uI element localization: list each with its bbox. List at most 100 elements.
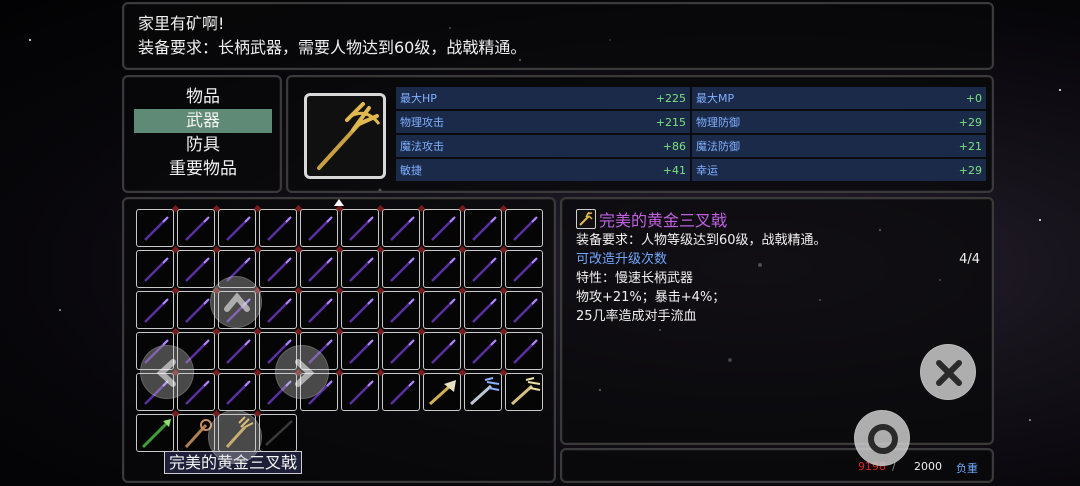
- golden-axe-icon: [428, 380, 456, 406]
- inventory-slot[interactable]: [505, 291, 543, 329]
- inventory-slot[interactable]: [423, 209, 461, 247]
- inventory-slot[interactable]: [464, 250, 502, 288]
- purple-spear-icon: [472, 257, 497, 282]
- inventory-slot[interactable]: [464, 291, 502, 329]
- stat-magic-defense: 魔法防御 +21: [692, 135, 986, 157]
- inventory-slot[interactable]: [423, 250, 461, 288]
- inventory-slot[interactable]: [259, 209, 297, 247]
- inventory-slot[interactable]: [218, 209, 256, 247]
- confirm-button[interactable]: [854, 410, 910, 466]
- inventory-slot[interactable]: [341, 291, 379, 329]
- detail-bleed: 25几率造成对手流血: [576, 309, 697, 324]
- stat-value: +86: [662, 139, 686, 153]
- message-line-1: 家里有矿啊!: [138, 14, 225, 33]
- inventory-slot[interactable]: [218, 373, 256, 411]
- chevron-left-icon: [156, 359, 176, 387]
- detail-requirement: 装备要求：人物等级达到60级，战戟精通。: [576, 233, 827, 248]
- stat-value: +21: [958, 139, 982, 153]
- weight-panel: 9198 / 2000 负重: [560, 448, 994, 483]
- purple-spear-icon: [267, 216, 292, 241]
- inventory-slot[interactable]: [136, 209, 174, 247]
- inventory-slot[interactable]: [505, 209, 543, 247]
- inventory-slot[interactable]: [136, 291, 174, 329]
- dpad-up-button[interactable]: [210, 276, 262, 328]
- purple-spear-icon: [308, 257, 333, 282]
- purple-spear-icon: [472, 298, 497, 323]
- inventory-slot[interactable]: [177, 209, 215, 247]
- dpad-left-button[interactable]: [140, 345, 194, 399]
- detail-upgrade-label: 可改造升级次数: [576, 252, 668, 267]
- inventory-slot[interactable]: [259, 250, 297, 288]
- category-weapons[interactable]: 武器: [134, 109, 272, 133]
- purple-spear-icon: [349, 380, 374, 405]
- purple-spear-icon: [349, 257, 374, 282]
- inventory-slot[interactable]: [382, 209, 420, 247]
- inventory-slot[interactable]: [259, 414, 297, 452]
- stat-row: 最大HP +225 最大MP +0: [396, 87, 986, 111]
- detail-item-name: 完美的黄金三叉戟: [599, 211, 728, 230]
- close-icon: [936, 360, 962, 386]
- green-spear-icon: [141, 419, 171, 449]
- item-stats-panel: 最大HP +225 最大MP +0 物理攻击 +215 物理防御 +29 魔法攻击 +86…: [286, 75, 994, 193]
- purple-spear-icon: [513, 298, 538, 323]
- purple-spear-icon: [513, 339, 538, 364]
- inventory-slot[interactable]: [177, 291, 215, 329]
- inventory-slot[interactable]: [300, 291, 338, 329]
- inventory-slot[interactable]: [341, 250, 379, 288]
- inventory-slot[interactable]: [382, 250, 420, 288]
- inventory-slot[interactable]: [464, 332, 502, 370]
- close-button[interactable]: [920, 344, 976, 400]
- inventory-slot[interactable]: [218, 332, 256, 370]
- detail-bonus: 物攻+21%；暴击+4%；: [576, 290, 726, 305]
- inventory-slot[interactable]: [464, 373, 502, 411]
- purple-spear-icon: [472, 339, 497, 364]
- purple-spear-icon: [390, 216, 415, 241]
- purple-spear-icon: [226, 339, 251, 364]
- inventory-slot[interactable]: [423, 291, 461, 329]
- purple-spear-icon: [144, 257, 169, 282]
- category-armor[interactable]: 防具: [134, 133, 272, 157]
- detail-trait: 特性：慢速长柄武器: [576, 271, 694, 286]
- inventory-slot[interactable]: [341, 373, 379, 411]
- category-key-items[interactable]: 重要物品: [134, 157, 272, 181]
- inventory-slot[interactable]: [341, 332, 379, 370]
- inventory-slot[interactable]: [382, 332, 420, 370]
- inventory-slot[interactable]: [505, 332, 543, 370]
- inventory-slot[interactable]: [505, 373, 543, 411]
- inventory-slot[interactable]: [423, 373, 461, 411]
- inventory-slot[interactable]: [300, 250, 338, 288]
- inventory-slot[interactable]: [505, 250, 543, 288]
- inventory-slot[interactable]: [382, 291, 420, 329]
- purple-spear-icon: [226, 380, 251, 405]
- stat-value: +215: [655, 115, 686, 129]
- dpad-down-button[interactable]: [208, 410, 262, 464]
- detail-upgrade-count: 4/4: [959, 252, 980, 267]
- inventory-slot[interactable]: [300, 209, 338, 247]
- purple-spear-icon: [226, 216, 251, 241]
- purple-spear-icon: [185, 298, 210, 323]
- inventory-panel: [122, 197, 556, 483]
- stat-value: +29: [958, 163, 982, 177]
- purple-spear-icon: [472, 216, 497, 241]
- inventory-slot[interactable]: [423, 332, 461, 370]
- stat-grid: 最大HP +225 最大MP +0 物理攻击 +215 物理防御 +29 魔法攻击 +86…: [396, 87, 986, 183]
- purple-spear-icon: [185, 216, 210, 241]
- detail-upgrade-row: 可改造升级次数 4/4: [576, 250, 980, 269]
- inventory-slot[interactable]: [136, 414, 174, 452]
- stat-magic-attack: 魔法攻击 +86: [396, 135, 690, 157]
- inventory-slot[interactable]: [136, 250, 174, 288]
- stat-max-mp: 最大MP +0: [692, 87, 986, 109]
- stat-label: 最大MP: [696, 92, 735, 105]
- inventory-slot[interactable]: [464, 209, 502, 247]
- golden-trident-icon: [317, 102, 381, 170]
- inventory-slot[interactable]: [382, 373, 420, 411]
- weight-max: 2000: [914, 460, 942, 473]
- selection-arrow-icon: [334, 199, 344, 206]
- category-items[interactable]: 物品: [134, 85, 272, 109]
- dpad-right-button[interactable]: [275, 345, 329, 399]
- purple-spear-icon: [431, 298, 456, 323]
- inventory-slot[interactable]: [341, 209, 379, 247]
- purple-spear-icon: [267, 257, 292, 282]
- inventory-slot[interactable]: [259, 291, 297, 329]
- inventory-slot[interactable]: [177, 250, 215, 288]
